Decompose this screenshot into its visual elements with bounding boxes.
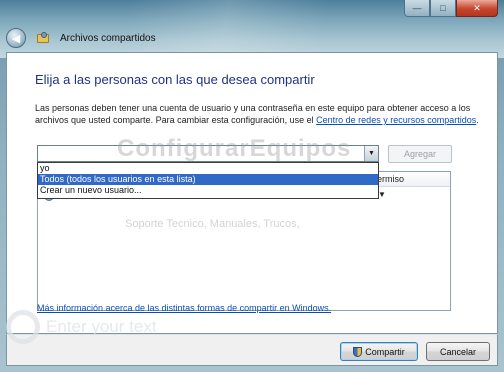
uac-shield-icon — [353, 346, 363, 357]
watermark-bottom: Enter your text — [6, 310, 157, 344]
description: Las personas deben tener una cuenta de u… — [35, 102, 480, 126]
content-panel: Elija a las personas con las que desea c… — [6, 52, 498, 334]
watermark-bottom-text: Enter your text — [46, 317, 157, 336]
glass-reflection — [130, 0, 370, 58]
navigation-row: ◀ Archivos compartidos — [6, 28, 156, 48]
network-center-link[interactable]: Centro de redes y recursos compartidos — [316, 115, 476, 125]
window-title: Archivos compartidos — [60, 32, 156, 44]
back-arrow-icon[interactable]: ◀ — [6, 28, 26, 48]
page-heading: Elija a las personas con las que desea c… — [35, 72, 315, 87]
chevron-down-icon[interactable]: ▼ — [364, 146, 378, 161]
caption-buttons: — □ ✕ — [404, 0, 498, 17]
close-button[interactable]: ✕ — [456, 0, 498, 17]
dropdown-option-todos[interactable]: Todos (todos los usuarios en esta lista) — [38, 174, 378, 185]
dropdown-option-yo[interactable]: yo — [38, 163, 378, 174]
maximize-button[interactable]: □ — [430, 0, 456, 17]
permission-dropdown-icon[interactable]: ▼ — [378, 190, 386, 199]
watermark-ring-icon — [6, 310, 40, 344]
user-dropdown-list: yo Todos (todos los usuarios en esta lis… — [37, 162, 379, 199]
minimize-button[interactable]: — — [404, 0, 430, 17]
title-bar: — □ ✕ ◀ Archivos compartidos — [0, 0, 504, 58]
share-button-label: Compartir — [365, 346, 405, 357]
cancel-button[interactable]: Cancelar — [426, 342, 490, 361]
description-end: . — [476, 115, 479, 125]
person-shape — [41, 32, 47, 38]
share-button[interactable]: Compartir — [340, 342, 418, 361]
user-combobox[interactable]: ▼ — [37, 145, 379, 162]
shared-folder-icon — [36, 31, 50, 45]
add-button[interactable]: Agregar — [388, 145, 452, 163]
dropdown-option-create-user[interactable]: Crear un nuevo usuario... — [38, 185, 378, 196]
